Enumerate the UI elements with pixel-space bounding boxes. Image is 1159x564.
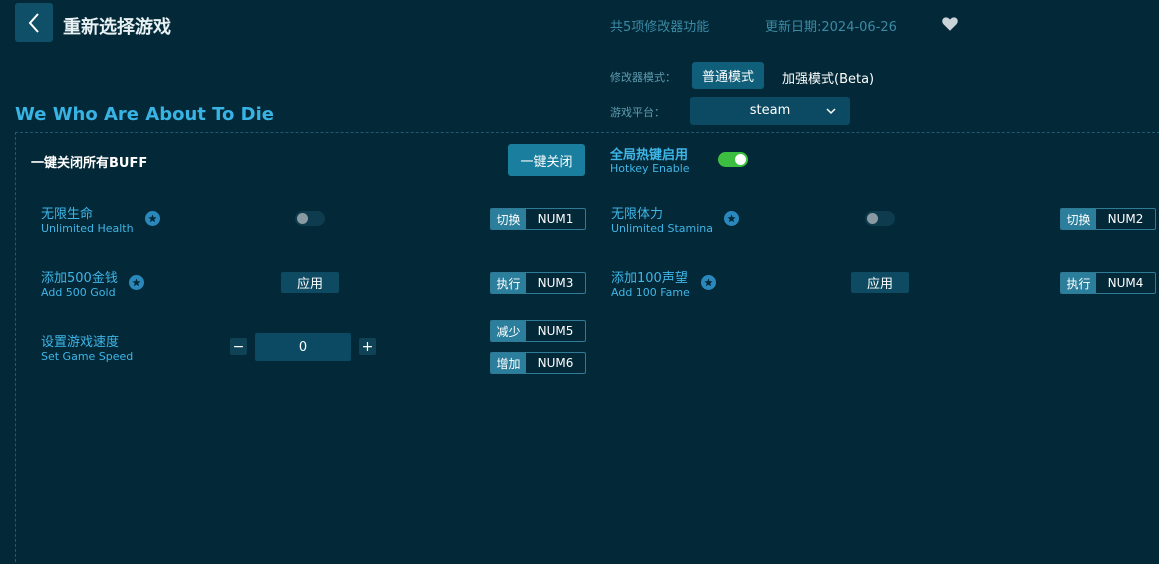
hotkey-action: 增加 bbox=[491, 353, 526, 373]
hotkey-badge[interactable]: 增加 NUM6 bbox=[490, 352, 586, 374]
hotkey-key: NUM1 bbox=[537, 212, 574, 226]
chevron-left-icon bbox=[28, 12, 39, 33]
hotkey-enable-sublabel: Hotkey Enable bbox=[610, 162, 690, 175]
hotkey-key: NUM2 bbox=[1107, 212, 1144, 226]
cheat-sublabel: Unlimited Stamina bbox=[611, 222, 713, 235]
cheat-label: 无限生命 bbox=[41, 207, 94, 222]
back-button[interactable] bbox=[15, 3, 53, 42]
cheat-label: 无限体力 bbox=[611, 207, 664, 222]
game-title: We Who Are About To Die bbox=[15, 104, 274, 125]
mode-beta-button[interactable]: 加强模式(Beta) bbox=[782, 68, 874, 87]
unlimited-health-toggle[interactable] bbox=[295, 211, 325, 226]
apply-button[interactable]: 应用 bbox=[851, 272, 909, 293]
hotkey-key: NUM5 bbox=[537, 324, 574, 338]
toggle-knob bbox=[735, 154, 746, 165]
hotkey-enable-label: 全局热键启用 bbox=[610, 148, 689, 163]
hotkey-action: 切换 bbox=[491, 209, 526, 229]
mode-label: 修改器模式： bbox=[610, 71, 676, 84]
hotkey-badge[interactable]: 减少 NUM5 bbox=[490, 320, 586, 342]
hotkey-badge[interactable]: 执行 NUM4 bbox=[1060, 272, 1156, 294]
cheat-sublabel: Unlimited Health bbox=[41, 222, 134, 235]
update-date: 更新日期:2024-06-26 bbox=[765, 20, 897, 35]
hotkey-action: 减少 bbox=[491, 321, 526, 341]
star-icon[interactable] bbox=[145, 211, 160, 226]
hotkey-action: 执行 bbox=[1061, 273, 1096, 293]
star-icon[interactable] bbox=[701, 275, 716, 290]
cheat-sublabel: Add 100 Fame bbox=[611, 286, 690, 299]
star-icon[interactable] bbox=[724, 211, 739, 226]
speed-input[interactable] bbox=[255, 333, 351, 361]
hotkey-action: 切换 bbox=[1061, 209, 1096, 229]
speed-sublabel: Set Game Speed bbox=[41, 350, 134, 363]
cheat-label: 添加500金钱 bbox=[41, 271, 118, 286]
cheat-sublabel: Add 500 Gold bbox=[41, 286, 116, 299]
speed-label: 设置游戏速度 bbox=[41, 335, 120, 350]
cheat-label: 添加100声望 bbox=[611, 271, 688, 286]
unlimited-stamina-toggle[interactable] bbox=[865, 211, 895, 226]
hotkey-enable-toggle[interactable] bbox=[718, 152, 748, 167]
star-icon[interactable] bbox=[129, 275, 144, 290]
toggle-knob bbox=[867, 213, 878, 224]
hotkey-badge[interactable]: 切换 NUM1 bbox=[490, 208, 586, 230]
apply-button[interactable]: 应用 bbox=[281, 272, 339, 293]
platform-label: 游戏平台： bbox=[610, 106, 665, 119]
heart-icon[interactable] bbox=[941, 15, 959, 33]
platform-select[interactable]: steam bbox=[690, 97, 850, 125]
toggle-knob bbox=[297, 213, 308, 224]
hotkey-key: NUM4 bbox=[1107, 276, 1144, 290]
feature-count: 共5项修改器功能 bbox=[610, 20, 710, 35]
hotkey-badge[interactable]: 切换 NUM2 bbox=[1060, 208, 1156, 230]
close-all-label: 一键关闭所有BUFF bbox=[31, 156, 148, 171]
speed-increase-button[interactable]: + bbox=[359, 338, 376, 355]
hotkey-key: NUM6 bbox=[537, 356, 574, 370]
page-title: 重新选择游戏 bbox=[63, 17, 171, 38]
hotkey-key: NUM3 bbox=[537, 276, 574, 290]
hotkey-badge[interactable]: 执行 NUM3 bbox=[490, 272, 586, 294]
cheat-panel bbox=[15, 132, 1159, 564]
close-all-button[interactable]: 一键关闭 bbox=[508, 144, 585, 176]
mode-normal-button[interactable]: 普通模式 bbox=[692, 62, 764, 89]
chevron-down-icon bbox=[826, 108, 836, 115]
hotkey-action: 执行 bbox=[491, 273, 526, 293]
speed-decrease-button[interactable]: − bbox=[230, 338, 247, 355]
